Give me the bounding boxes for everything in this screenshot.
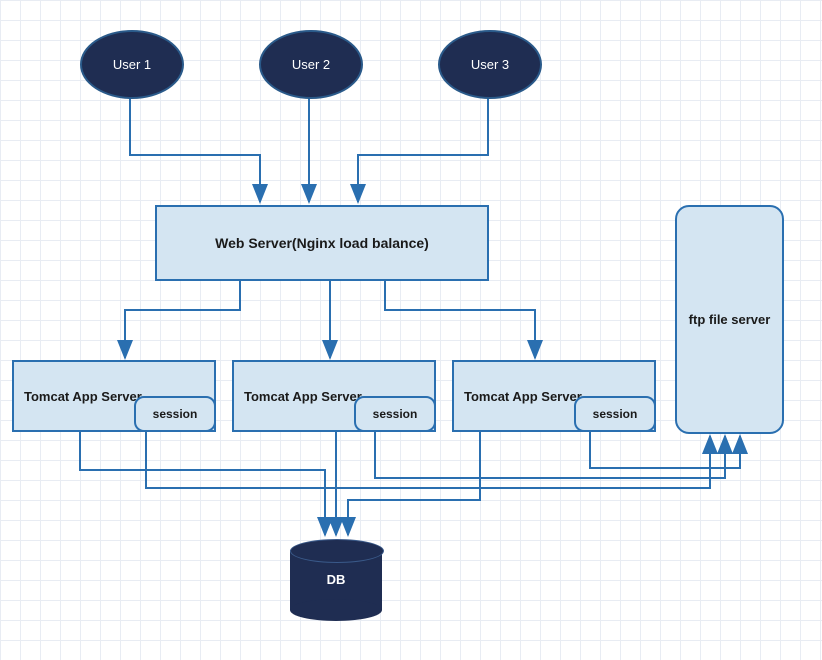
ftp-server-box: ftp file server xyxy=(675,205,784,434)
user-1-label: User 1 xyxy=(113,57,151,72)
session-box-1: session xyxy=(134,396,216,432)
user-node-2: User 2 xyxy=(259,30,363,99)
tomcat-2-label: Tomcat App Server xyxy=(244,389,362,404)
session-2-label: session xyxy=(373,407,418,421)
user-2-label: User 2 xyxy=(292,57,330,72)
tomcat-box-2: Tomcat App Server session xyxy=(232,360,436,432)
web-server-label: Web Server(Nginx load balance) xyxy=(215,235,429,251)
session-box-3: session xyxy=(574,396,656,432)
tomcat-box-1: Tomcat App Server session xyxy=(12,360,216,432)
web-server-box: Web Server(Nginx load balance) xyxy=(155,205,489,281)
db-cylinder: DB xyxy=(290,550,382,610)
db-label: DB xyxy=(290,572,382,587)
tomcat-3-label: Tomcat App Server xyxy=(464,389,582,404)
user-node-3: User 3 xyxy=(438,30,542,99)
session-1-label: session xyxy=(153,407,198,421)
user-3-label: User 3 xyxy=(471,57,509,72)
session-box-2: session xyxy=(354,396,436,432)
user-node-1: User 1 xyxy=(80,30,184,99)
tomcat-box-3: Tomcat App Server session xyxy=(452,360,656,432)
tomcat-1-label: Tomcat App Server xyxy=(24,389,142,404)
ftp-label: ftp file server xyxy=(689,312,771,327)
session-3-label: session xyxy=(593,407,638,421)
